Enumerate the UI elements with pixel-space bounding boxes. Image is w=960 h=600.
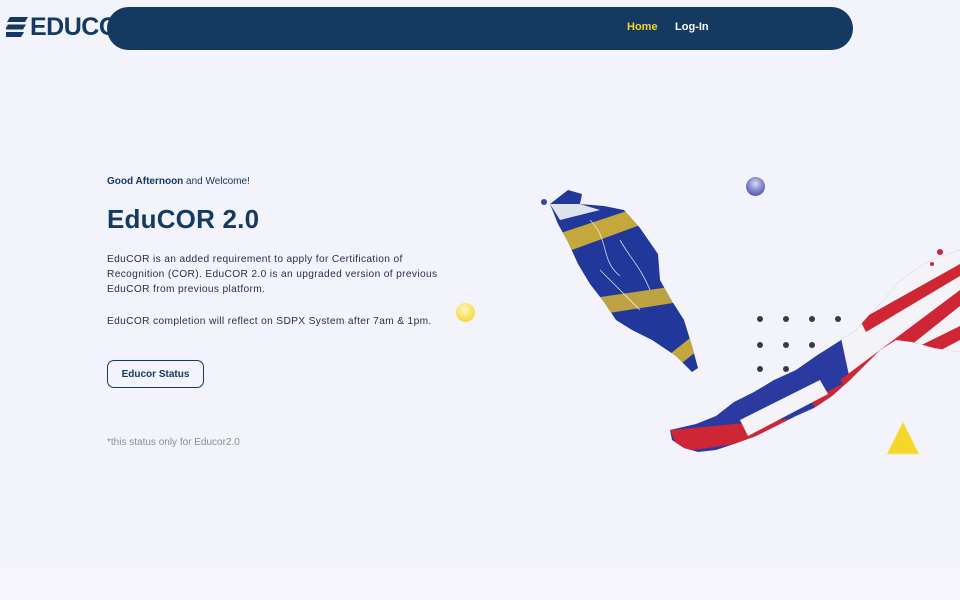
page: EDUCOR Home Log-In Good Afternoon and We… [0,0,960,600]
page-title: EduCOR 2.0 [107,204,260,234]
greeting-time: Good Afternoon [107,176,184,187]
nav-login-link[interactable]: Log-In [675,21,709,33]
nav-home-link[interactable]: Home [627,21,658,33]
description: EduCOR is an added requirement to apply … [107,254,438,295]
educor-logo-icon [6,17,28,37]
completion-note: EduCOR completion will reflect on SDPX S… [107,316,432,327]
greeting-welcome: and Welcome! [183,176,250,187]
yellow-orb-decoration [456,303,475,322]
status-footnote: *this status only for Educor2.0 [107,437,240,448]
malaysia-flag-map [541,190,960,452]
footer-band [0,568,960,600]
top-navbar: Home Log-In [107,7,853,50]
greeting: Good Afternoon and Welcome! [107,176,250,187]
educor-status-button[interactable]: Educor Status [107,360,204,388]
